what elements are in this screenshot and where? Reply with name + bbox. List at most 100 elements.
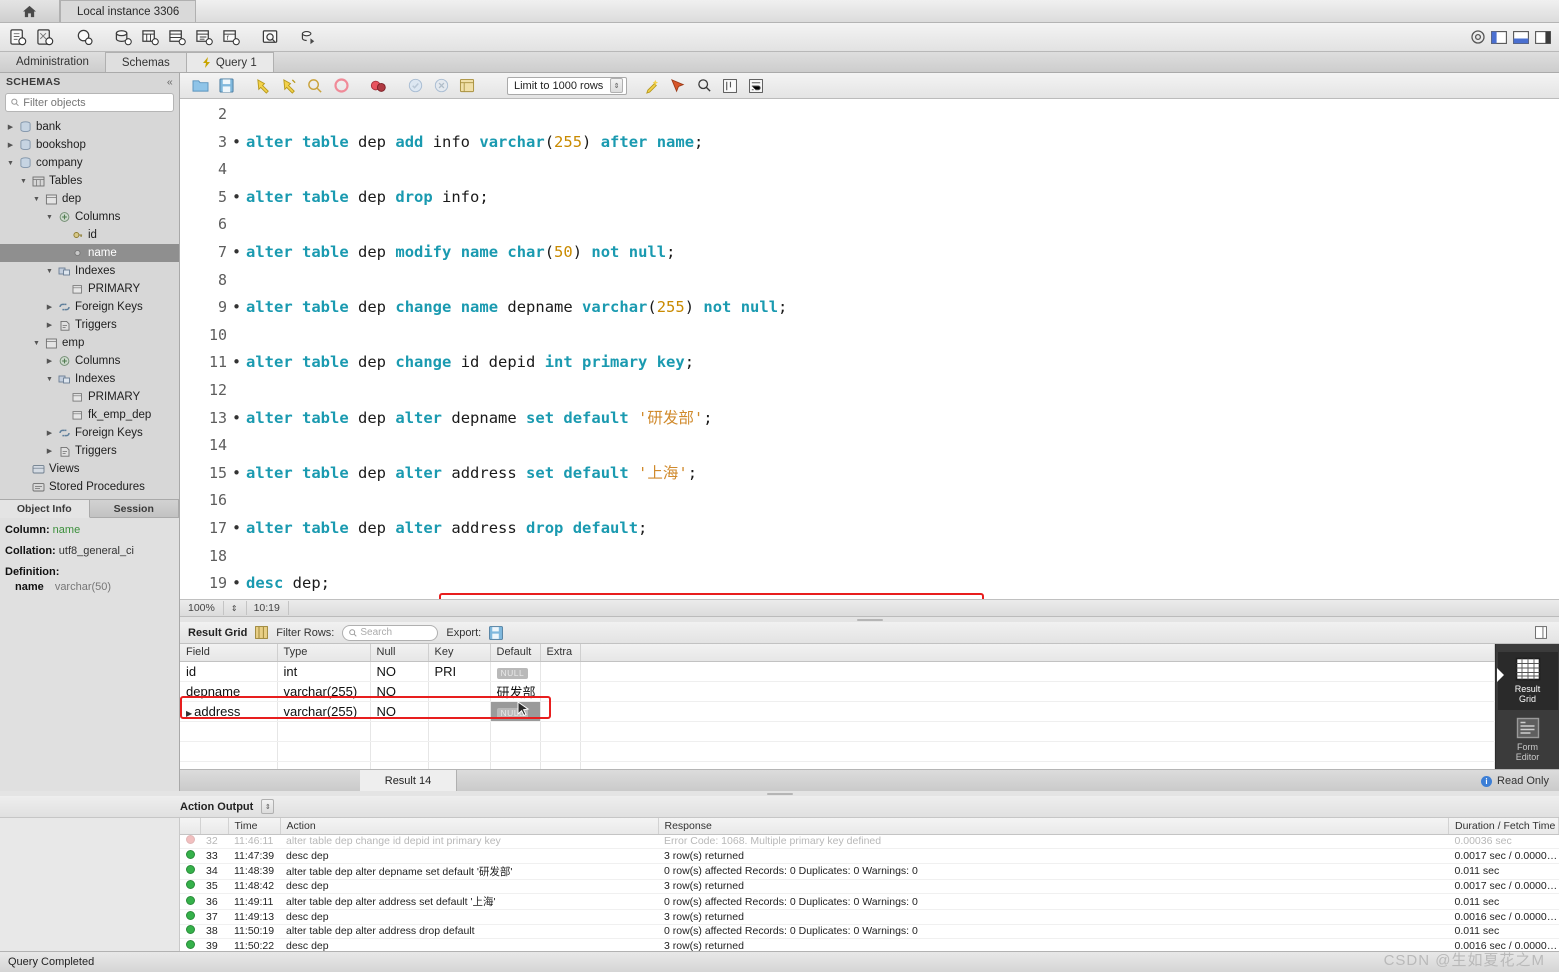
invisible-chars-icon[interactable] — [718, 75, 742, 97]
result-cell-extra[interactable] — [540, 681, 580, 701]
tree-node-fk-emp-dep[interactable]: fk_emp_dep — [0, 406, 179, 424]
toggle-stop-on-error-icon[interactable] — [366, 75, 390, 97]
rail-item-form-editor[interactable]: Form Editor — [1498, 712, 1558, 768]
chevron-updown-icon[interactable]: ⇕ — [610, 78, 623, 93]
sql-line[interactable]: 6 — [180, 211, 1559, 239]
result-cell-extra[interactable] — [540, 701, 580, 721]
wrap-lines-icon[interactable] — [744, 75, 768, 97]
editor-zoom[interactable]: 100% — [188, 601, 224, 615]
chevron-right-icon[interactable]: ▶ — [45, 303, 54, 311]
result-cell-default[interactable]: NULL — [490, 661, 540, 681]
action-output-row[interactable]: 3211:46:11alter table dep change id depi… — [180, 834, 1559, 849]
action-output-row[interactable]: 3911:50:22desc dep3 row(s) returned0.001… — [180, 939, 1559, 952]
sql-line[interactable]: 14 — [180, 432, 1559, 460]
limit-rows-select[interactable]: Limit to 1000 rows ⇕ — [507, 77, 627, 95]
result-cell-field[interactable]: ▶address — [180, 701, 277, 721]
result-cell-type[interactable]: int — [277, 661, 370, 681]
sql-line[interactable]: 2 — [180, 101, 1559, 129]
result-cell-key[interactable]: PRI — [428, 661, 490, 681]
action-output-row[interactable]: 3811:50:19alter table dep alter address … — [180, 924, 1559, 939]
toggle-output-icon[interactable] — [1513, 31, 1529, 44]
tree-node-triggers[interactable]: ▶Triggers — [0, 316, 179, 334]
result-cell-type[interactable]: varchar(255) — [277, 701, 370, 721]
rail-item-result-grid[interactable]: Result Grid — [1498, 652, 1558, 710]
result-cell-null[interactable]: NO — [370, 701, 428, 721]
settings-gear-icon[interactable] — [1471, 30, 1485, 44]
rollback-icon[interactable] — [429, 75, 453, 97]
sql-line[interactable]: 13•alter table dep alter depname set def… — [180, 405, 1559, 433]
new-sql-tab-icon[interactable] — [6, 26, 30, 48]
schema-filter-input[interactable] — [23, 97, 168, 109]
action-output-row[interactable]: 3311:47:39desc dep3 row(s) returned0.001… — [180, 849, 1559, 864]
instance-tab[interactable]: Local instance 3306 — [60, 0, 196, 22]
tree-node-triggers[interactable]: ▶Triggers — [0, 442, 179, 460]
explain-icon[interactable] — [303, 75, 327, 97]
result-column-header[interactable] — [580, 644, 1495, 661]
result-cell-field[interactable]: id — [180, 661, 277, 681]
chevron-down-icon[interactable]: ▼ — [19, 178, 28, 185]
result-cell-key[interactable] — [428, 681, 490, 701]
tree-node-bank[interactable]: ▶bank — [0, 118, 179, 136]
sql-line[interactable]: 15•alter table dep alter address set def… — [180, 460, 1559, 488]
chevron-right-icon[interactable]: ▶ — [45, 321, 54, 329]
stop-icon[interactable] — [329, 75, 353, 97]
chevron-updown-icon[interactable]: ⇕ — [231, 601, 247, 615]
search-data-icon[interactable] — [258, 26, 282, 48]
sql-line[interactable]: 4 — [180, 156, 1559, 184]
tree-node-columns[interactable]: ▼Columns — [0, 208, 179, 226]
tree-node-views[interactable]: Views — [0, 460, 179, 478]
execute-icon[interactable] — [251, 75, 275, 97]
chevron-right-icon[interactable]: ▶ — [45, 447, 54, 455]
sql-line[interactable]: 8 — [180, 267, 1559, 295]
sql-line[interactable]: 11•alter table dep change id depid int p… — [180, 349, 1559, 377]
grid-toggle-icon[interactable] — [255, 626, 268, 639]
chevron-right-icon[interactable]: ▶ — [6, 123, 15, 131]
action-output-row[interactable]: 3611:49:11alter table dep alter address … — [180, 894, 1559, 910]
sql-line[interactable]: 19•desc dep; — [180, 570, 1559, 598]
sql-line[interactable]: 7•alter table dep modify name char(50) n… — [180, 239, 1559, 267]
result-cell-null[interactable]: NO — [370, 681, 428, 701]
tree-node-emp[interactable]: ▼emp — [0, 334, 179, 352]
action-output-column-header[interactable]: Action — [280, 818, 658, 834]
collapse-sidebar-button[interactable]: « — [167, 76, 173, 88]
result-row[interactable]: depnamevarchar(255)NO研发部 — [180, 681, 1495, 701]
home-tab[interactable] — [0, 0, 60, 22]
toggle-sidebar-icon[interactable] — [1491, 31, 1507, 44]
result-cell-key[interactable] — [428, 701, 490, 721]
new-schema-icon[interactable] — [111, 26, 135, 48]
tree-node-bookshop[interactable]: ▶bookshop — [0, 136, 179, 154]
result-grid-body[interactable]: FieldTypeNullKeyDefaultExtra idintNOPRIN… — [180, 644, 1495, 769]
execute-current-icon[interactable] — [277, 75, 301, 97]
new-table-icon[interactable] — [138, 26, 162, 48]
chevron-down-icon[interactable]: ▼ — [45, 268, 54, 275]
new-function-icon[interactable]: f — [219, 26, 243, 48]
toggle-secondary-sidebar-icon[interactable] — [1535, 31, 1551, 44]
sql-line[interactable]: 9•alter table dep change name depname va… — [180, 294, 1559, 322]
chevron-down-icon[interactable]: ▼ — [45, 376, 54, 383]
tree-node-foreign-keys[interactable]: ▶Foreign Keys — [0, 424, 179, 442]
save-file-icon[interactable] — [214, 75, 238, 97]
chevron-right-icon[interactable]: ▶ — [45, 357, 54, 365]
sql-line[interactable]: 3•alter table dep add info varchar(255) … — [180, 129, 1559, 157]
tree-node-primary[interactable]: PRIMARY — [0, 388, 179, 406]
sql-line[interactable]: 16 — [180, 487, 1559, 515]
action-output-column-header[interactable] — [180, 818, 200, 834]
action-output-column-header[interactable] — [200, 818, 228, 834]
chevron-updown-icon[interactable]: ⇕ — [261, 799, 274, 814]
sql-line[interactable]: 5•alter table dep drop info; — [180, 184, 1559, 212]
action-output-column-header[interactable]: Time — [228, 818, 280, 834]
chevron-right-icon[interactable]: ▶ — [45, 429, 54, 437]
tree-node-foreign-keys[interactable]: ▶Foreign Keys — [0, 298, 179, 316]
sql-line[interactable]: 18 — [180, 543, 1559, 571]
commit-icon[interactable] — [403, 75, 427, 97]
tree-node-company[interactable]: ▼company — [0, 154, 179, 172]
open-file-icon[interactable] — [188, 75, 212, 97]
sql-editor[interactable]: 23•alter table dep add info varchar(255)… — [180, 99, 1559, 599]
tab-session[interactable]: Session — [90, 500, 180, 518]
tab-object-info[interactable]: Object Info — [0, 500, 90, 518]
tree-node-tables[interactable]: ▼Tables — [0, 172, 179, 190]
action-output-column-header[interactable]: Duration / Fetch Time — [1449, 818, 1559, 834]
wrap-cell-icon[interactable] — [1535, 626, 1547, 639]
reconnect-dbms-icon[interactable] — [297, 26, 321, 48]
result-cell-default[interactable]: 研发部 — [490, 681, 540, 701]
